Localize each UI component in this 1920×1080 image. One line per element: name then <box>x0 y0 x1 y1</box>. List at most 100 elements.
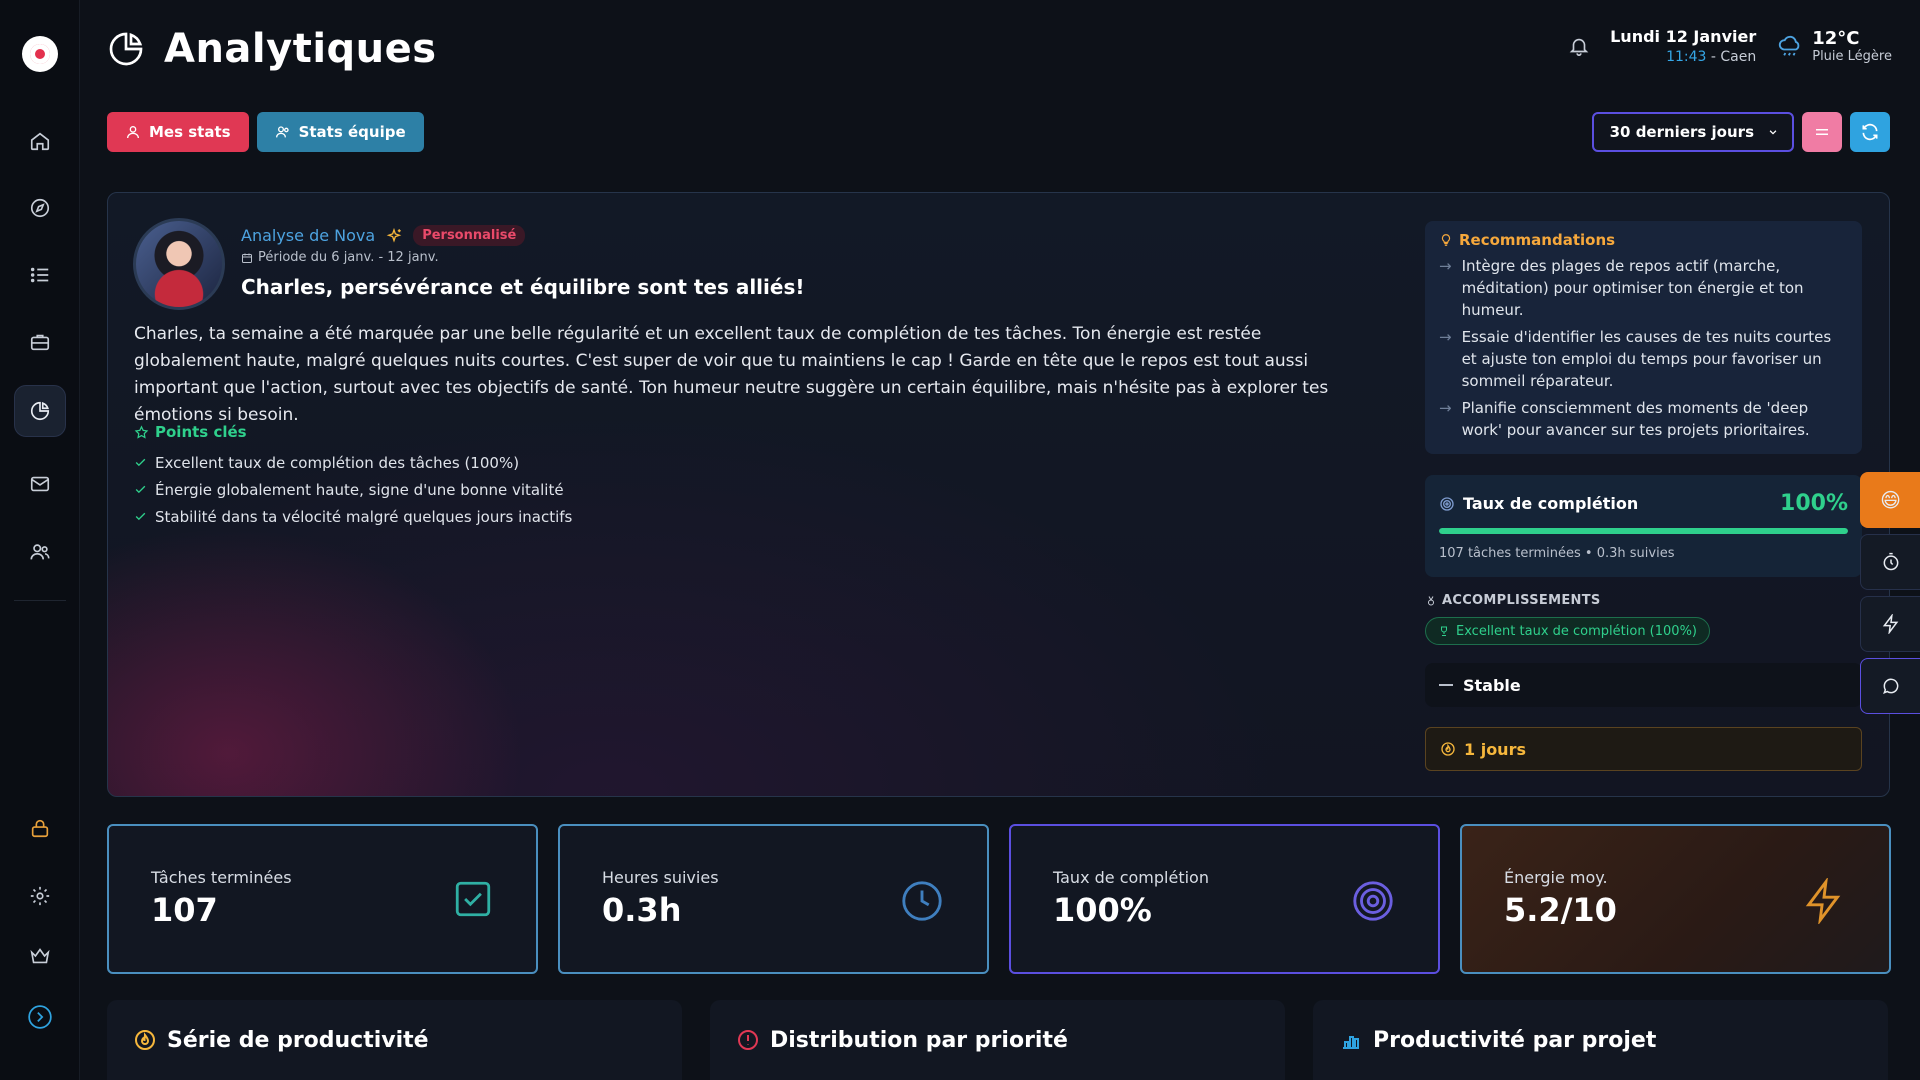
sidebar <box>0 0 80 1080</box>
completion-subtitle: 107 tâches terminées • 0.3h suivies <box>1439 546 1675 561</box>
target-icon <box>1350 878 1396 924</box>
panel-priority-distribution: Distribution par priorité <box>710 1000 1285 1080</box>
floating-actions: 😄 <box>1860 472 1920 720</box>
mood-button[interactable]: 😄 <box>1860 472 1920 528</box>
key-point: Stabilité dans ta vélocité malgré quelqu… <box>134 503 572 530</box>
sidebar-item-analytics[interactable] <box>14 385 66 437</box>
trend-label: Stable <box>1463 675 1521 695</box>
key-point: Énergie globalement haute, signe d'une b… <box>134 476 572 503</box>
app-logo[interactable] <box>22 36 58 72</box>
trend-indicator: Stable <box>1425 663 1862 707</box>
key-point: Excellent taux de complétion des tâches … <box>134 449 572 476</box>
recommendation-item: → Essaie d'identifier les causes de tes … <box>1439 328 1832 390</box>
streak-indicator: 1 jours <box>1425 727 1862 771</box>
current-time: 11:43 <box>1666 48 1707 65</box>
arrow-right-icon: → <box>1439 399 1452 417</box>
timer-button[interactable] <box>1860 534 1920 590</box>
key-points-list: Excellent taux de complétion des tâches … <box>134 449 572 530</box>
check-icon <box>134 483 147 496</box>
check-icon <box>134 456 147 469</box>
users-icon <box>29 541 51 563</box>
panel-project-productivity: Productivité par projet <box>1313 1000 1888 1080</box>
recommendations-panel: Recommandations → Intègre des plages de … <box>1425 221 1862 454</box>
avatar <box>133 218 225 310</box>
target-icon <box>1439 496 1455 512</box>
dash-icon <box>1439 684 1453 686</box>
lightning-icon <box>1881 614 1901 634</box>
refresh-button[interactable] <box>1850 112 1890 152</box>
sidebar-item-explore[interactable] <box>14 182 66 234</box>
my-stats-label: Mes stats <box>149 123 231 141</box>
check-icon <box>134 510 147 523</box>
chevron-down-icon <box>1768 127 1778 137</box>
crown-icon <box>29 945 51 967</box>
gear-icon <box>29 885 51 907</box>
sidebar-item-team[interactable] <box>14 526 66 578</box>
team-stats-label: Stats équipe <box>298 123 406 141</box>
sidebar-expand-button[interactable] <box>14 991 66 1043</box>
recommendations-title: Recommandations <box>1459 231 1616 249</box>
personalized-badge: Personnalisé <box>413 225 526 246</box>
sidebar-item-lock[interactable] <box>14 802 66 854</box>
flame-icon <box>1440 741 1456 757</box>
recommendation-item: → Intègre des plages de repos actif (mar… <box>1439 257 1804 319</box>
clock-icon <box>899 878 945 924</box>
current-date: Lundi 12 Janvier <box>1610 27 1757 46</box>
mail-icon <box>29 473 51 495</box>
menu-icon <box>1813 123 1831 141</box>
arrow-right-icon: → <box>1439 257 1452 275</box>
star-icon <box>134 424 149 440</box>
toolbar-actions: 30 derniers jours <box>1591 112 1890 152</box>
pie-chart-icon <box>29 400 51 422</box>
refresh-icon <box>1860 122 1880 142</box>
page-title: Analytiques <box>164 26 437 72</box>
sidebar-item-settings[interactable] <box>14 870 66 922</box>
ai-analysis-card: Analyse de Nova Personnalisé Période du … <box>107 192 1890 797</box>
sidebar-item-home[interactable] <box>14 115 66 167</box>
sidebar-item-projects[interactable] <box>14 316 66 368</box>
lightning-icon <box>1801 878 1847 924</box>
completion-progress-bar <box>1439 528 1848 534</box>
team-stats-button[interactable]: Stats équipe <box>256 112 424 152</box>
compass-icon <box>29 197 51 219</box>
completion-progress-fill <box>1439 528 1848 534</box>
sidebar-item-tasks[interactable] <box>14 249 66 301</box>
completion-title: Taux de complétion <box>1463 494 1639 513</box>
chat-button[interactable] <box>1860 658 1920 714</box>
header-status: Lundi 12 Janvier 11:43 - Caen 12°C Pluie… <box>1568 26 1892 66</box>
analysis-summary: Charles, ta semaine a été marquée par un… <box>134 324 1329 425</box>
flame-icon <box>133 1028 157 1052</box>
list-icon <box>29 264 51 286</box>
stat-card-energy: Énergie moy. 5.2/10 <box>1460 824 1891 974</box>
stat-card-hours: Heures suivies 0.3h <box>558 824 989 974</box>
completion-rate-panel: Taux de complétion 100% 107 tâches termi… <box>1425 475 1862 577</box>
menu-button[interactable] <box>1802 112 1842 152</box>
user-icon <box>125 124 141 140</box>
stats-cards: Tâches terminées 107 Heures suivies 0.3h… <box>107 824 1891 974</box>
weather-condition: Pluie Légère <box>1812 49 1892 65</box>
check-square-icon <box>452 878 494 920</box>
sidebar-item-messages[interactable] <box>14 458 66 510</box>
my-stats-button[interactable]: Mes stats <box>107 112 249 152</box>
bell-icon[interactable] <box>1568 35 1590 57</box>
trophy-icon <box>1438 625 1450 637</box>
energy-button[interactable] <box>1860 596 1920 652</box>
period-select-value: 30 derniers jours <box>1609 123 1754 141</box>
analysis-headline: Charles, persévérance et équilibre sont … <box>241 275 805 299</box>
lock-icon <box>29 817 51 839</box>
home-icon <box>29 130 51 152</box>
arrow-right-icon: → <box>1439 328 1452 346</box>
streak-label: 1 jours <box>1464 739 1526 759</box>
stopwatch-icon <box>1881 552 1901 572</box>
sidebar-item-premium[interactable] <box>14 930 66 982</box>
recommendation-item: → Planifie consciemment des moments de '… <box>1439 399 1810 439</box>
temperature: 12°C <box>1812 28 1860 50</box>
page-header: Analytiques <box>106 26 437 72</box>
key-points-title: Points clés <box>134 423 247 441</box>
period-select[interactable]: 30 derniers jours <box>1591 112 1794 152</box>
alert-circle-icon <box>736 1028 760 1052</box>
current-city: - Caen <box>1710 48 1757 65</box>
calendar-icon <box>241 252 253 264</box>
chevron-right-circle-icon <box>27 1004 53 1030</box>
panel-productivity-streak: Série de productivité <box>107 1000 682 1080</box>
